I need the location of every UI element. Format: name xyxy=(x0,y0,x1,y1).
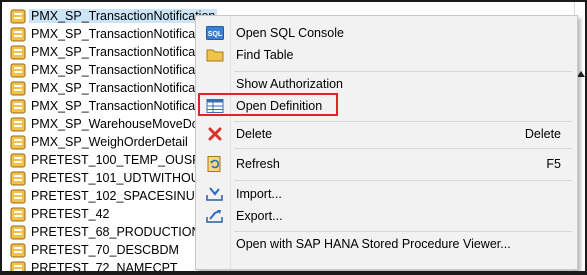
menu-item-open-with-viewer[interactable]: Open with SAP HANA Stored Procedure View… xyxy=(196,233,577,255)
procedure-icon xyxy=(10,81,26,96)
procedure-icon xyxy=(10,153,26,168)
tree-item[interactable]: PMX_SP_TransactionNotificatio xyxy=(10,79,208,97)
menu-separator xyxy=(234,121,572,122)
menu-item-import[interactable]: Import... xyxy=(196,183,577,205)
menu-item-label: Find Table xyxy=(236,48,293,62)
menu-item-show-authorization[interactable]: Show Authorization xyxy=(196,73,577,95)
menu-separator xyxy=(234,71,572,72)
tree-item-label: PRETEST_70_DESCBDM xyxy=(31,243,179,257)
procedure-icon xyxy=(10,171,26,186)
svg-text:SQL: SQL xyxy=(208,31,223,38)
procedure-icon xyxy=(10,207,26,222)
menu-item-shortcut: Delete xyxy=(525,127,561,141)
tree-item-label: PMX_SP_TransactionNotificatio xyxy=(31,45,208,59)
tree-item[interactable]: PMX_SP_TransactionNotificatio xyxy=(10,43,208,61)
menu-separator xyxy=(234,148,572,149)
tree-item-label: PRETEST_42 xyxy=(31,207,110,221)
tree-item[interactable]: PRETEST_42 xyxy=(10,205,110,223)
menu-item-find-table[interactable]: Find Table xyxy=(196,44,577,66)
tree-item-label: PMX_SP_WeighOrderDetail xyxy=(31,135,188,149)
tree-item[interactable]: PMX_SP_TransactionNotificatio xyxy=(10,25,208,43)
procedure-icon xyxy=(10,117,26,132)
procedure-icon xyxy=(10,225,26,240)
tree-item[interactable]: PRETEST_68_PRODUCTION_O xyxy=(10,223,217,241)
tree-item[interactable]: PRETEST_102_SPACESINUDFU xyxy=(10,187,220,205)
export-icon xyxy=(206,207,224,225)
tree-item-label: PRETEST_68_PRODUCTION_O xyxy=(31,225,217,239)
tree-item-label: PMX_SP_TransactionNotificatio xyxy=(31,81,208,95)
procedure-icon xyxy=(10,99,26,114)
menu-item-delete[interactable]: Delete Delete xyxy=(196,123,577,145)
menu-item-label: Open with SAP HANA Stored Procedure View… xyxy=(236,237,511,251)
procedure-icon xyxy=(10,189,26,204)
tree-item-label: PRETEST_100_TEMP_OUSR xyxy=(31,153,201,167)
tree-item[interactable]: PMX_SP_TransactionNotificatio xyxy=(10,61,208,79)
menu-item-export[interactable]: Export... xyxy=(196,205,577,227)
menu-item-label: Refresh xyxy=(236,157,280,171)
import-icon xyxy=(206,185,224,203)
procedure-tree: PMX_SP_TransactionNotification PMX_SP_Tr… xyxy=(10,2,210,271)
refresh-icon xyxy=(206,155,224,173)
procedure-icon xyxy=(10,9,26,24)
tree-item[interactable]: PRETEST_100_TEMP_OUSR xyxy=(10,151,201,169)
tree-item-label: PMX_SP_TransactionNotificatio xyxy=(31,27,208,41)
folder-icon xyxy=(206,46,224,64)
tree-item[interactable]: PMX_SP_TransactionNotificatio xyxy=(10,97,208,115)
tree-item[interactable]: PRETEST_70_DESCBDM xyxy=(10,241,179,259)
procedure-icon xyxy=(10,243,26,258)
menu-item-label: Open SQL Console xyxy=(236,26,344,40)
menu-item-shortcut: F5 xyxy=(546,157,561,171)
menu-separator xyxy=(234,180,572,181)
context-menu: SQL Open SQL Console Find Table Show Aut… xyxy=(195,15,578,270)
procedure-icon xyxy=(10,27,26,42)
tree-item[interactable]: PMX_SP_WarehouseMoveDoc xyxy=(10,115,205,133)
procedure-icon xyxy=(10,63,26,78)
sql-console-icon: SQL xyxy=(206,24,224,42)
tree-item-label: PRETEST_101_UDTWITHOUTN xyxy=(31,171,216,185)
menu-separator xyxy=(234,231,572,232)
delete-icon xyxy=(206,125,224,143)
tree-item[interactable]: PMX_SP_TransactionNotification xyxy=(10,7,217,25)
tree-item-label: PMX_SP_TransactionNotification xyxy=(29,9,217,23)
menu-item-refresh[interactable]: Refresh F5 xyxy=(196,153,577,175)
procedure-icon xyxy=(10,135,26,150)
tree-item[interactable]: PRETEST_101_UDTWITHOUTN xyxy=(10,169,216,187)
menu-item-label: Delete xyxy=(236,127,272,141)
menu-item-label: Import... xyxy=(236,187,282,201)
tree-item-label: PMX_SP_WarehouseMoveDoc xyxy=(31,117,205,131)
menu-item-label: Export... xyxy=(236,209,283,223)
procedure-icon xyxy=(10,45,26,60)
menu-item-label: Show Authorization xyxy=(236,77,343,91)
tree-item-label: PMX_SP_TransactionNotificatio xyxy=(31,99,208,113)
tree-item-label: PMX_SP_TransactionNotificatio xyxy=(31,63,208,77)
tree-item-label: PRETEST_102_SPACESINUDFU xyxy=(31,189,220,203)
tree-item[interactable]: PMX_SP_WeighOrderDetail xyxy=(10,133,188,151)
annotation-highlight-box xyxy=(198,93,338,116)
menu-item-open-sql-console[interactable]: SQL Open SQL Console xyxy=(196,22,577,44)
window-frame: PMX_SP_TransactionNotification PMX_SP_Tr… xyxy=(0,0,587,275)
